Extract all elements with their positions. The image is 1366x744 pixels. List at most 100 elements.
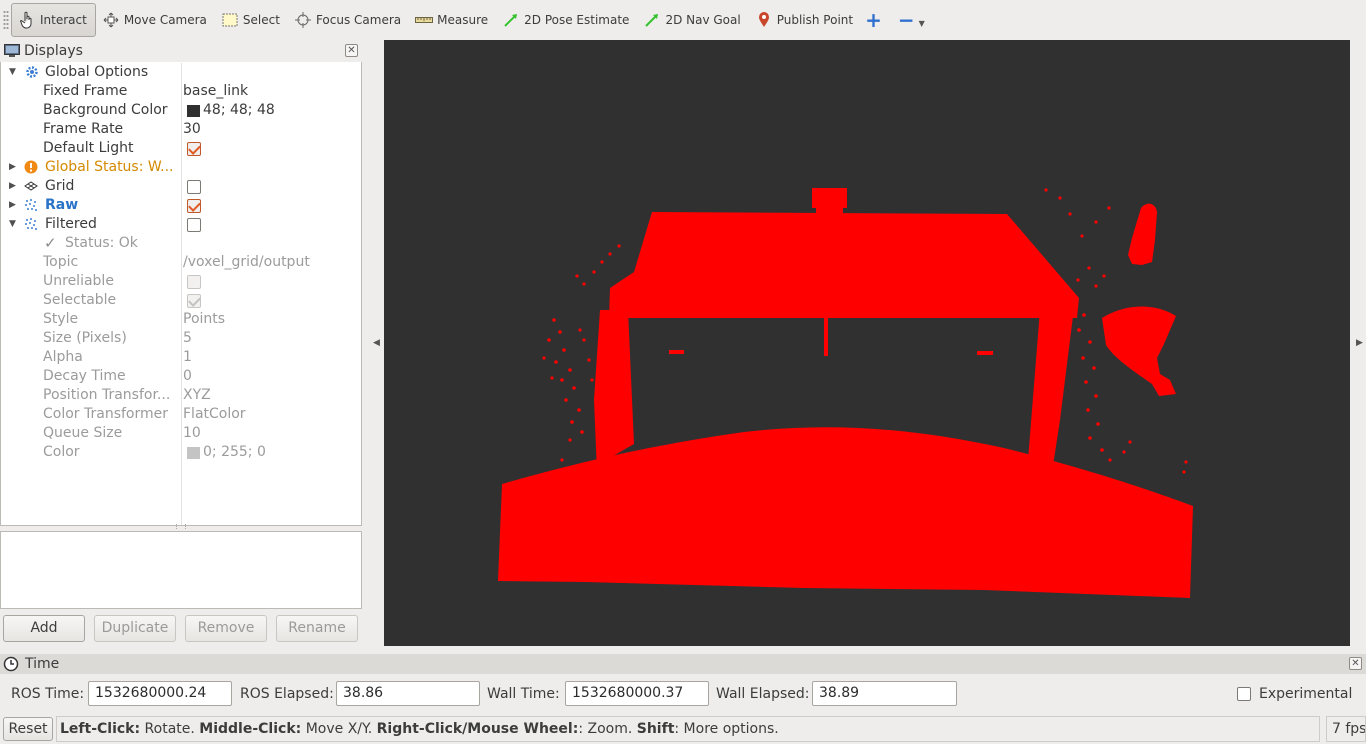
background-color-value[interactable]: 48; 48; 48: [203, 101, 275, 120]
tree-row-filtered[interactable]: ▼ Filtered: [0, 215, 360, 234]
position-transformer-value[interactable]: XYZ: [183, 386, 211, 405]
fps-indicator: 7 fps: [1326, 716, 1366, 742]
point-cloud-icon: [25, 218, 37, 230]
remove-display-button[interactable]: Remove: [185, 615, 267, 642]
time-close-button[interactable]: ✕: [1349, 657, 1362, 670]
unreliable-checkbox[interactable]: [187, 275, 201, 289]
default-light-checkbox[interactable]: [187, 142, 201, 156]
tree-label: Color Transformer: [43, 406, 169, 422]
tree-row-style[interactable]: Style Points: [0, 310, 360, 329]
collapse-left-dock-icon[interactable]: ◀: [373, 338, 380, 348]
interact-tool-label: Interact: [40, 13, 87, 27]
rename-display-button[interactable]: Rename: [276, 615, 358, 642]
collapse-arrow-icon[interactable]: ▶: [9, 158, 19, 177]
tree-label: Status: Ok: [65, 235, 138, 251]
tree-row-decay-time[interactable]: Decay Time 0: [0, 367, 360, 386]
tree-row-color-transformer[interactable]: Color Transformer FlatColor: [0, 405, 360, 424]
render-viewport[interactable]: [384, 40, 1350, 646]
collapse-right-dock-icon[interactable]: ▶: [1356, 338, 1363, 348]
filtered-enable-checkbox[interactable]: [187, 218, 201, 232]
tree-row-unreliable[interactable]: Unreliable: [0, 272, 360, 291]
expand-arrow-icon[interactable]: ▼: [9, 215, 19, 234]
point-cloud-center-stripe: [824, 318, 828, 356]
experimental-checkbox[interactable]: [1237, 687, 1251, 701]
point-cloud-chimney: [812, 188, 847, 216]
interact-tool-button[interactable]: Interact: [11, 3, 96, 37]
grid-enable-checkbox[interactable]: [187, 180, 201, 194]
time-fields-row: ROS Time: 1532680000.24 ROS Elapsed: 38.…: [0, 680, 1366, 708]
tree-row-size-pixels[interactable]: Size (Pixels) 5: [0, 329, 360, 348]
nav-goal-tool-button[interactable]: 2D Nav Goal: [637, 3, 748, 37]
add-display-button[interactable]: Add: [3, 615, 85, 642]
tree-row-fixed-frame[interactable]: Fixed Frame base_link: [0, 82, 360, 101]
move-camera-tool-button[interactable]: Move Camera: [96, 3, 215, 37]
checkmark-icon: ✓: [44, 234, 57, 252]
point-cloud-icon: [25, 199, 37, 211]
expand-arrow-icon[interactable]: ▼: [9, 63, 19, 82]
right-click-label: Right-Click/Mouse Wheel:: [376, 721, 579, 737]
tree-row-selectable[interactable]: Selectable: [0, 291, 360, 310]
toolbar-grip[interactable]: [3, 10, 9, 30]
pose-estimate-tool-label: 2D Pose Estimate: [524, 13, 630, 27]
raw-enable-checkbox[interactable]: [187, 199, 201, 213]
point-cloud-roof: [609, 212, 1079, 318]
tree-row-grid[interactable]: ▶ Grid: [0, 177, 360, 196]
tree-row-alpha[interactable]: Alpha 1: [0, 348, 360, 367]
crosshair-icon: [294, 11, 312, 29]
decay-time-value[interactable]: 0: [183, 367, 192, 386]
tree-row-queue-size[interactable]: Queue Size 10: [0, 424, 360, 443]
tree-row-frame-rate[interactable]: Frame Rate 30: [0, 120, 360, 139]
tree-row-default-light[interactable]: Default Light: [0, 139, 360, 158]
fixed-frame-value[interactable]: base_link: [183, 82, 248, 101]
alpha-value[interactable]: 1: [183, 348, 192, 367]
ros-elapsed-field[interactable]: 38.86: [336, 681, 480, 706]
focus-camera-tool-button[interactable]: Focus Camera: [288, 3, 409, 37]
frame-rate-value[interactable]: 30: [183, 120, 201, 139]
wall-elapsed-field[interactable]: 38.89: [812, 681, 957, 706]
add-tool-button[interactable]: +: [861, 3, 894, 37]
shift-text: : More options.: [674, 721, 779, 737]
tree-row-status-ok[interactable]: ✓ Status: Ok: [0, 234, 360, 253]
select-tool-button[interactable]: Select: [215, 3, 288, 37]
select-box-icon: [221, 11, 239, 29]
queue-size-value[interactable]: 10: [183, 424, 201, 443]
point-cloud-render: [498, 188, 1193, 598]
wall-time-field[interactable]: 1532680000.37: [565, 681, 709, 706]
point-cloud-right-mark: [977, 351, 993, 355]
publish-point-tool-button[interactable]: Publish Point: [749, 3, 861, 37]
tree-row-topic[interactable]: Topic /voxel_grid/output: [0, 253, 360, 272]
measure-tool-button[interactable]: Measure: [409, 3, 496, 37]
displays-close-button[interactable]: ✕: [345, 44, 358, 57]
color-value[interactable]: 0; 255; 0: [203, 443, 266, 462]
color-transformer-value[interactable]: FlatColor: [183, 405, 246, 424]
selectable-checkbox[interactable]: [187, 294, 201, 308]
tree-row-position-transformer[interactable]: Position Transfor... XYZ: [0, 386, 360, 405]
tree-label: Topic: [43, 254, 79, 270]
grid-icon: [24, 181, 38, 191]
move-camera-icon: [102, 11, 120, 29]
topic-value[interactable]: /voxel_grid/output: [183, 253, 310, 272]
remove-tool-button[interactable]: − ▼: [894, 3, 929, 37]
publish-point-tool-label: Publish Point: [776, 13, 854, 27]
pose-estimate-tool-button[interactable]: 2D Pose Estimate: [496, 3, 637, 37]
size-pixels-value[interactable]: 5: [183, 329, 192, 348]
tree-row-color[interactable]: Color 0; 255; 0: [0, 443, 360, 462]
warning-icon: [24, 160, 38, 174]
ruler-icon: [415, 11, 434, 29]
ros-time-field[interactable]: 1532680000.24: [88, 681, 232, 706]
gear-icon: [26, 66, 38, 78]
panel-splitter-handle[interactable]: [176, 524, 186, 529]
tree-label: Global Status: W...: [45, 159, 174, 175]
status-bar: Reset Left-Click: Rotate. Middle-Click: …: [0, 714, 1366, 744]
tree-row-global-status[interactable]: ▶ Global Status: W...: [0, 158, 360, 177]
duplicate-display-button[interactable]: Duplicate: [94, 615, 176, 642]
tree-row-background-color[interactable]: Background Color 48; 48; 48: [0, 101, 360, 120]
collapse-arrow-icon[interactable]: ▶: [9, 196, 19, 215]
collapse-arrow-icon[interactable]: ▶: [9, 177, 19, 196]
tree-row-raw[interactable]: ▶ Raw: [0, 196, 360, 215]
tree-row-global-options[interactable]: ▼ Global Options: [0, 63, 360, 82]
reset-button[interactable]: Reset: [3, 717, 53, 741]
style-value[interactable]: Points: [183, 310, 225, 329]
tree-label: Position Transfor...: [43, 387, 171, 403]
point-cloud-left-mark: [669, 350, 684, 354]
